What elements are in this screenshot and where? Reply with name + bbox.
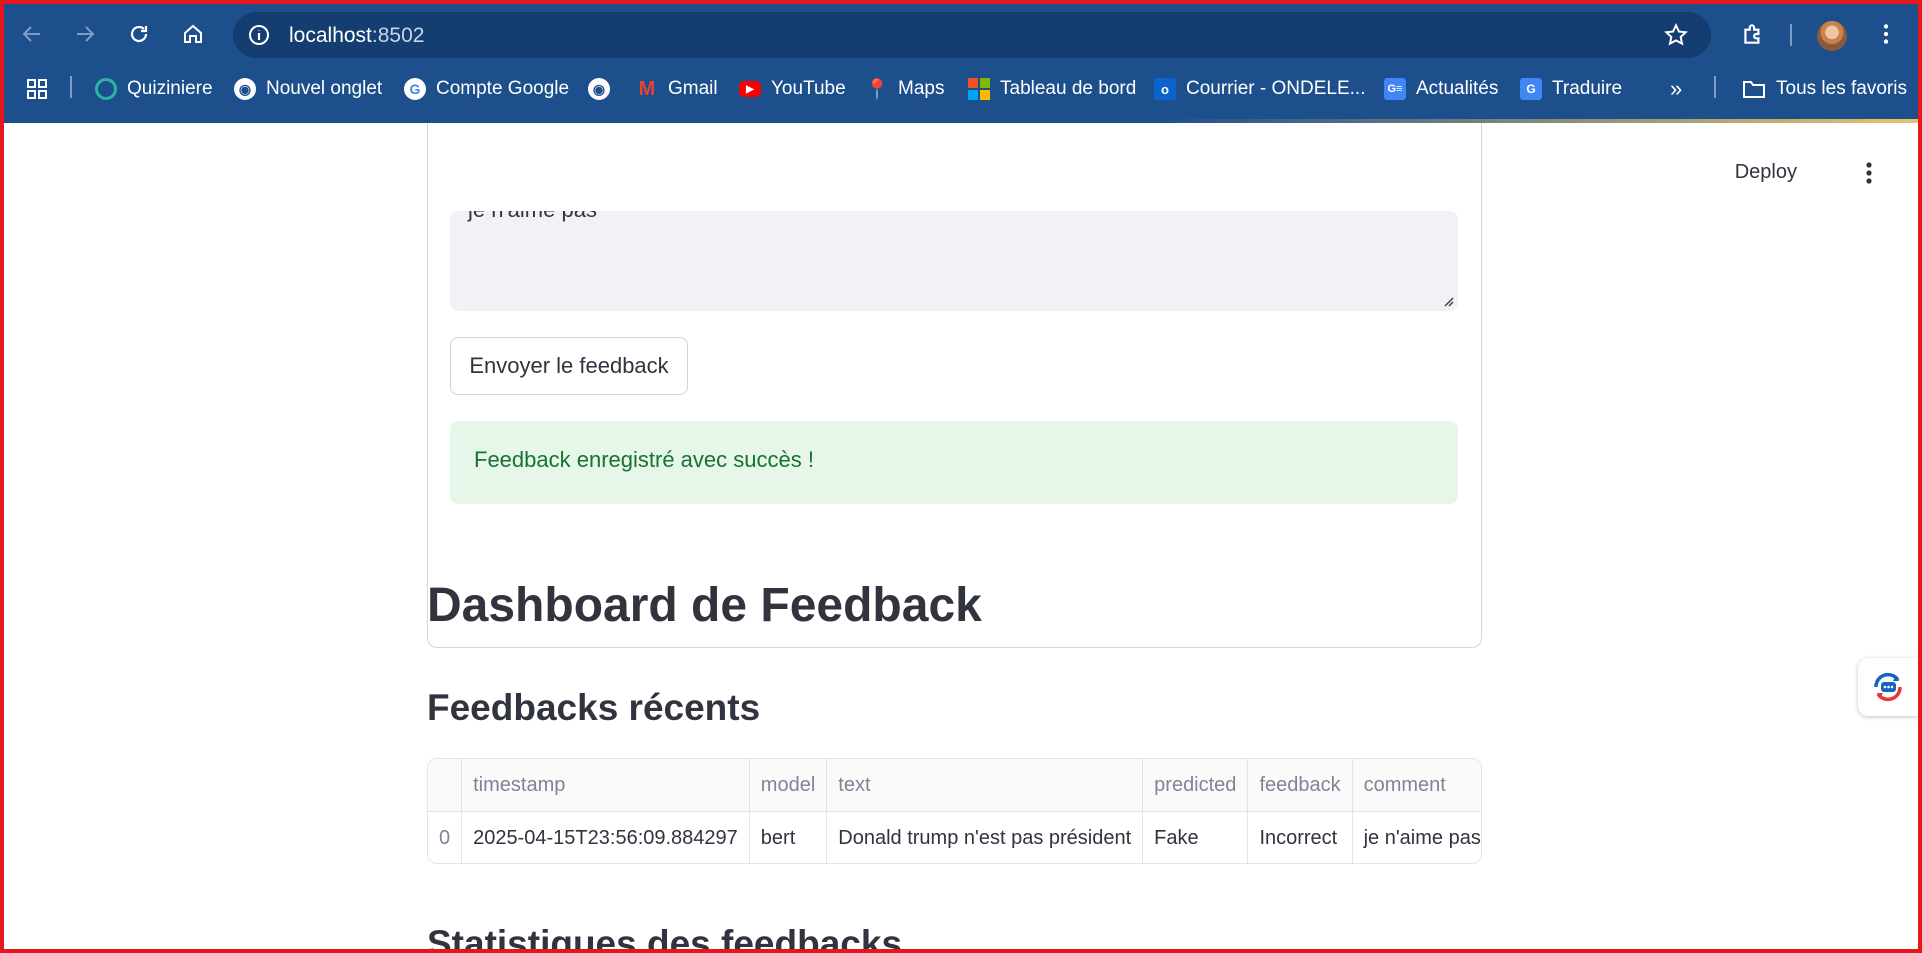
- column-header-feedback[interactable]: feedback: [1247, 759, 1353, 812]
- quiziniere-icon: [95, 78, 117, 100]
- bookmark-nouvel-onglet[interactable]: ◉ Nouvel onglet: [234, 76, 382, 102]
- bookmark-actualites[interactable]: G≡ Actualités: [1384, 76, 1498, 102]
- bookmark-courrier[interactable]: o Courrier - ONDELE...: [1154, 76, 1365, 102]
- cell-feedback[interactable]: Incorrect: [1247, 811, 1353, 863]
- gmail-icon: M: [638, 77, 656, 100]
- column-header-text[interactable]: text: [826, 759, 1144, 812]
- news-icon: G≡: [1384, 78, 1406, 100]
- cell-timestamp[interactable]: 2025-04-15T23:56:09.884297: [461, 811, 750, 863]
- apps-grid-icon: [27, 79, 47, 99]
- success-alert: Feedback enregistré avec succès !: [450, 421, 1458, 504]
- url-text: localhost:8502: [289, 24, 425, 47]
- back-arrow-icon: [22, 26, 40, 42]
- forward-arrow-icon: [77, 26, 95, 42]
- maps-icon: 📍: [864, 78, 890, 101]
- bookmark-label: Compte Google: [436, 78, 570, 99]
- bookmark-tableau-de-bord[interactable]: Tableau de bord: [968, 76, 1136, 102]
- app-menu-icon[interactable]: [1865, 161, 1873, 185]
- app-page: Deploy je n'aime pas Envoyer le feedback…: [0, 123, 1922, 953]
- globe-icon: ◉: [588, 78, 610, 100]
- success-message: Feedback enregistré avec succès !: [474, 447, 814, 472]
- column-header-model[interactable]: model: [749, 759, 828, 812]
- browser-menu-button[interactable]: [1870, 18, 1902, 50]
- bookmarks-bar: Quiziniere ◉ Nouvel onglet G Compte Goog…: [0, 68, 1922, 110]
- column-header-timestamp[interactable]: timestamp: [461, 759, 750, 812]
- browser-toolbar: localhost:8502: [0, 4, 1922, 62]
- recent-feedbacks-heading: Feedbacks récents: [427, 687, 761, 728]
- table-row[interactable]: 0 2025-04-15T23:56:09.884297 bert Donald…: [428, 811, 1481, 863]
- bookmark-gmail[interactable]: M Gmail: [636, 76, 718, 102]
- bookmark-label: Courrier - ONDELE...: [1186, 78, 1366, 99]
- address-bar[interactable]: localhost:8502: [233, 12, 1711, 58]
- cell-index[interactable]: 0: [428, 811, 463, 863]
- bookmarks-divider: [70, 76, 72, 98]
- resize-grip-icon[interactable]: [1442, 295, 1454, 307]
- microsoft-icon: [968, 78, 990, 100]
- reload-icon: [130, 25, 148, 43]
- column-header-predicted[interactable]: predicted: [1142, 759, 1249, 812]
- back-button[interactable]: [16, 18, 48, 50]
- bookmarks-divider: [1714, 76, 1716, 98]
- bookmark-youtube[interactable]: ▶ YouTube: [739, 76, 846, 102]
- cell-model[interactable]: bert: [749, 811, 828, 863]
- globe-icon: ◉: [234, 78, 256, 100]
- bookmark-label: Actualités: [1416, 78, 1499, 99]
- bookmark-label: Quiziniere: [127, 78, 213, 99]
- apps-button[interactable]: [26, 76, 48, 102]
- send-feedback-button[interactable]: Envoyer le feedback: [450, 337, 688, 395]
- translate-icon: G: [1520, 78, 1542, 100]
- deploy-button[interactable]: Deploy: [1735, 161, 1797, 184]
- table-header-row: timestamp model text predicted feedback …: [428, 759, 1481, 812]
- cell-comment[interactable]: je n'aime pas: [1352, 811, 1481, 863]
- page-title: Dashboard de Feedback: [427, 579, 982, 632]
- bookmark-label: YouTube: [771, 78, 846, 99]
- cell-predicted[interactable]: Fake: [1142, 811, 1249, 863]
- toolbar-divider: [1790, 24, 1792, 46]
- column-header-comment[interactable]: comment: [1352, 759, 1481, 812]
- bookmark-globe[interactable]: ◉: [588, 76, 610, 102]
- profile-avatar[interactable]: [1817, 21, 1847, 51]
- bookmark-label: Maps: [898, 78, 945, 99]
- translate-chat-widget[interactable]: [1858, 658, 1918, 716]
- bookmark-label: Nouvel onglet: [266, 78, 383, 99]
- bookmark-label: Tableau de bord: [1000, 78, 1137, 99]
- comment-value: je n'aime pas: [468, 211, 597, 223]
- bookmark-compte-google[interactable]: G Compte Google: [404, 76, 569, 102]
- puzzle-icon: [1744, 24, 1760, 44]
- site-info-icon[interactable]: [247, 23, 271, 47]
- outlook-icon: o: [1154, 78, 1176, 100]
- folder-icon: [1743, 81, 1765, 98]
- bookmark-maps[interactable]: 📍 Maps: [864, 76, 945, 102]
- home-button[interactable]: [177, 18, 209, 50]
- chat-refresh-icon: [1874, 672, 1902, 702]
- bookmark-label: Tous les favoris: [1776, 78, 1907, 99]
- browser-chrome: localhost:8502 Quiziniere ◉ Nouvel ongle…: [0, 0, 1922, 123]
- bookmark-quiziniere[interactable]: Quiziniere: [95, 76, 213, 102]
- youtube-icon: ▶: [739, 81, 761, 97]
- column-header-index[interactable]: [428, 759, 463, 812]
- reload-button[interactable]: [123, 18, 155, 50]
- stats-heading: Statistiques des feedbacks: [427, 923, 903, 953]
- comment-textarea[interactable]: je n'aime pas: [450, 211, 1458, 311]
- google-icon: G: [404, 78, 426, 100]
- bookmark-label: Gmail: [668, 78, 718, 99]
- forward-button[interactable]: [69, 18, 101, 50]
- kebab-menu-icon: [1883, 24, 1889, 44]
- feedback-table[interactable]: timestamp model text predicted feedback …: [427, 758, 1482, 864]
- bookmark-star-icon[interactable]: [1663, 22, 1689, 48]
- extensions-button[interactable]: [1737, 18, 1769, 50]
- bookmark-label: Traduire: [1552, 78, 1623, 99]
- home-icon: [184, 24, 202, 43]
- bookmark-traduire[interactable]: G Traduire: [1520, 76, 1622, 102]
- more-bookmarks-button[interactable]: »: [1670, 76, 1682, 102]
- cell-text[interactable]: Donald trump n'est pas président: [826, 811, 1144, 863]
- double-chevron-right-icon: »: [1670, 76, 1683, 101]
- all-bookmarks-folder[interactable]: Tous les favoris: [1742, 76, 1907, 102]
